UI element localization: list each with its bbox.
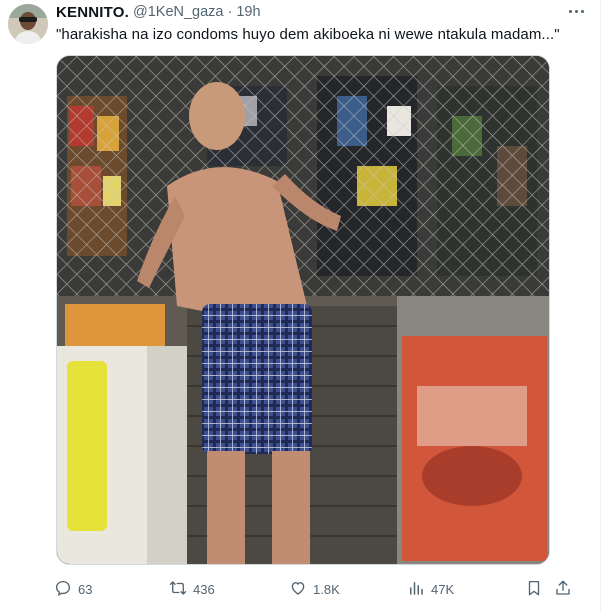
tweet-card[interactable]: KENNITO. @1KeN_gaza · 19h "harakisha na …: [0, 0, 601, 613]
tweet-text: "harakisha na izo condoms huyo dem akibo…: [56, 26, 560, 43]
tweet-actions: 63 436 1.8K 47K: [54, 576, 584, 602]
views-button[interactable]: 47K: [407, 576, 454, 602]
tweet-photo[interactable]: [56, 55, 550, 565]
share-button[interactable]: [554, 576, 572, 602]
tweet-time[interactable]: 19h: [236, 4, 260, 20]
share-icon: [554, 579, 572, 600]
author-handle[interactable]: @1KeN_gaza: [133, 4, 224, 20]
views-count: 47K: [431, 581, 455, 597]
like-icon: [289, 579, 307, 600]
avatar[interactable]: [8, 4, 48, 44]
bookmark-icon: [525, 579, 543, 600]
retweet-count: 436: [193, 581, 215, 597]
tweet-header: KENNITO. @1KeN_gaza · 19h: [56, 3, 261, 21]
like-count: 1.8K: [313, 581, 340, 597]
views-icon: [407, 579, 425, 600]
author-name[interactable]: KENNITO.: [56, 4, 129, 21]
reply-count: 63: [78, 581, 93, 597]
reply-button[interactable]: 63: [54, 576, 92, 602]
retweet-button[interactable]: 436: [169, 576, 215, 602]
bookmark-button[interactable]: [525, 576, 543, 602]
retweet-icon: [169, 579, 187, 600]
more-icon[interactable]: [564, 4, 588, 18]
separator-dot: ·: [227, 4, 233, 20]
reply-icon: [54, 579, 72, 600]
like-button[interactable]: 1.8K: [289, 576, 340, 602]
